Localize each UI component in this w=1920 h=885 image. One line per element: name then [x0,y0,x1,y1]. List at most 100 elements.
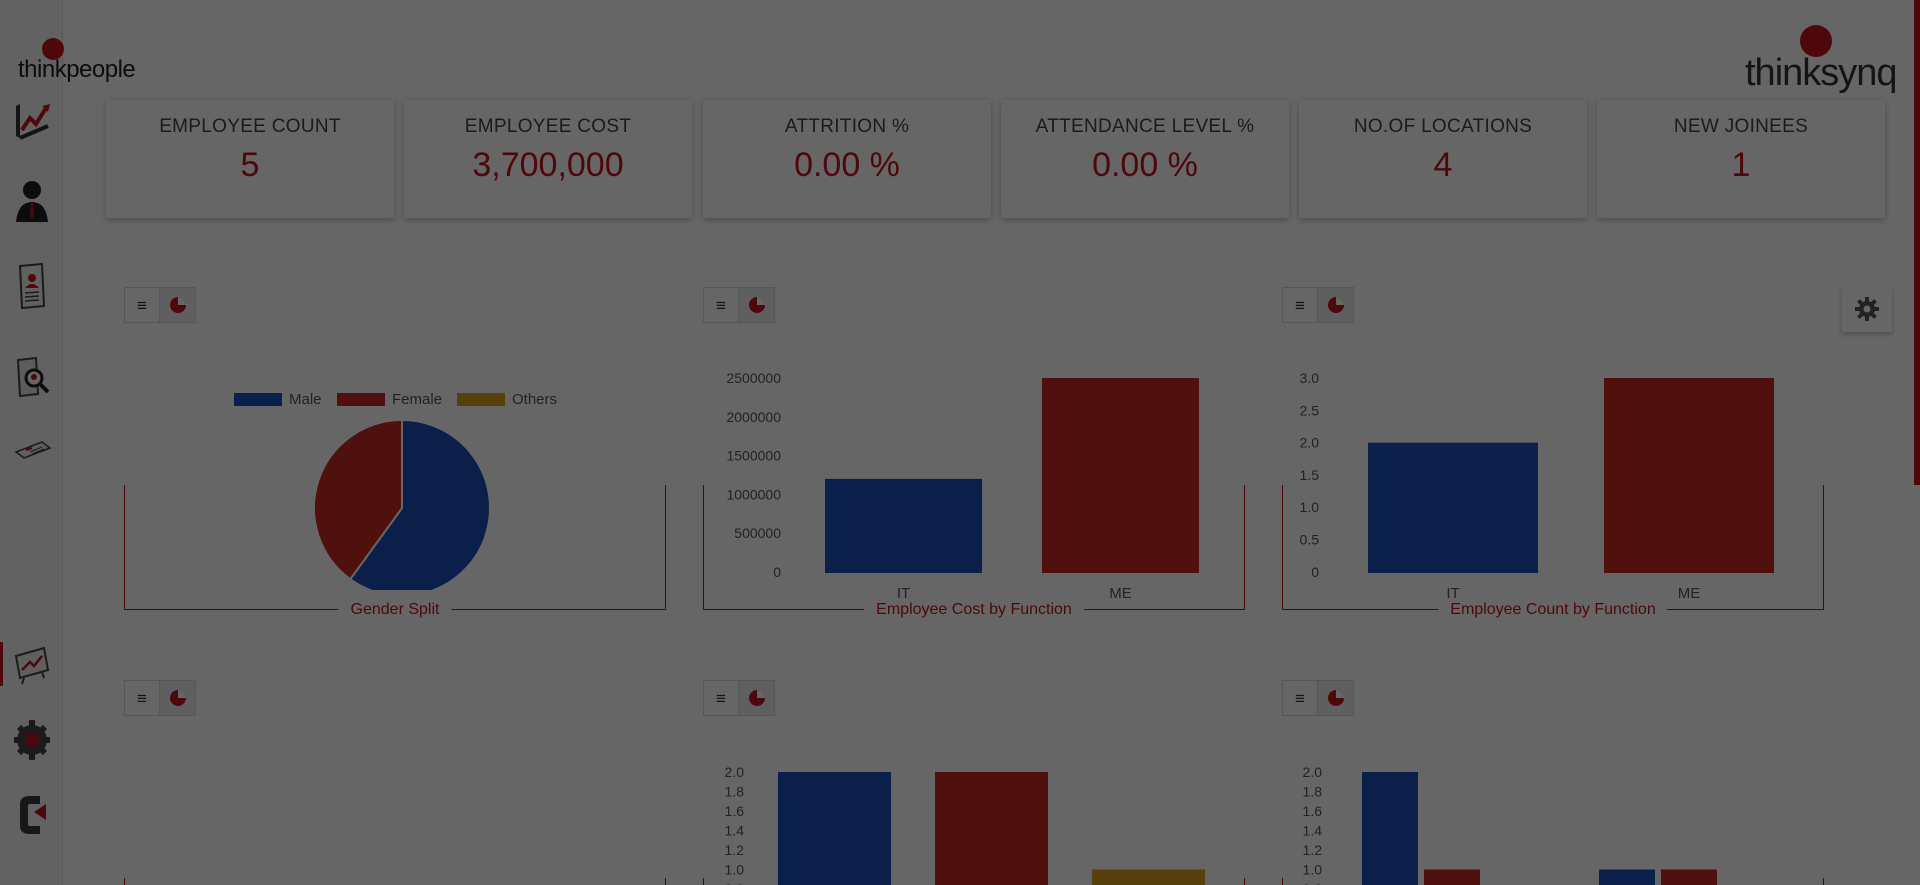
y-tick-label: 2000000 [726,409,781,425]
sidebar-item-search[interactable] [10,348,54,404]
kpi-value: 1 [1731,146,1751,184]
y-tick-label: 0.8 [1303,881,1323,885]
profile-document-icon [18,262,46,310]
list-view-button[interactable]: ≡ [703,680,739,716]
list-view-button[interactable]: ≡ [124,680,160,716]
y-tick-label: 1.8 [1303,784,1323,800]
bar [825,478,982,573]
kpi-value: 3,700,000 [472,146,624,184]
y-tick-label: 1.6 [1303,803,1323,819]
y-tick-label: 1.4 [725,823,745,839]
sidebar-item-settings[interactable] [10,712,54,768]
analytics-board-icon [14,646,50,685]
bar [778,772,891,885]
chart-view-button[interactable] [160,287,196,323]
legend-swatch [234,393,282,406]
legend-label: Male [289,391,322,408]
chart-frame-row2-1 [124,878,666,885]
y-tick-label: 1.2 [725,842,745,858]
x-tick-label: ME [1678,585,1701,602]
list-view-button[interactable]: ≡ [703,287,739,323]
bar [1599,869,1655,885]
y-tick-label: 1.6 [725,803,745,819]
kpi-label: EMPLOYEE COUNT [159,116,341,137]
gender-split-pie-chart: Male Female Others [234,391,557,590]
search-document-icon [16,356,50,398]
logo-wordmark: thinkpeople [18,56,136,84]
y-tick-label: 1.4 [1303,823,1323,839]
gear-icon [1855,297,1879,321]
pie-chart-icon [748,690,765,706]
kpi-label: ATTENDANCE LEVEL % [1035,116,1255,137]
list-view-button[interactable]: ≡ [1282,287,1318,323]
y-tick-label: 1.5 [1300,467,1320,483]
list-view-button[interactable]: ≡ [1282,680,1318,716]
settings-button[interactable] [1842,286,1892,332]
document-flat-icon [14,441,52,459]
x-tick-label: IT [1446,585,1459,602]
sidebar-item-profile[interactable] [10,258,54,314]
y-tick-label: 2.5 [1300,402,1320,418]
bar [1368,442,1538,573]
sidebar-item-analytics[interactable] [0,636,54,692]
sidebar-item-logout[interactable] [10,786,54,842]
y-tick-label: 2.0 [1303,764,1323,780]
chart-view-button[interactable] [739,287,775,323]
logo-wordmark: thinksynq [1745,52,1898,94]
kpi-card-locations[interactable]: NO.OF LOCATIONS 4 [1299,100,1587,218]
pie-chart-icon [1327,690,1344,706]
row2-bar-chart-3: 2.0 1.8 1.6 1.4 1.2 1.0 0.8 [1303,764,1717,885]
chart-view-button[interactable] [739,680,775,716]
sidebar-item-employees[interactable] [10,172,54,228]
kpi-value: 0.00 % [1092,146,1198,184]
legend-label: Others [512,391,557,408]
y-tick-label: 2.0 [1300,435,1320,451]
y-tick-label: 1500000 [726,448,781,464]
kpi-card-new-joinees[interactable]: NEW JOINEES 1 [1597,100,1885,218]
chart-toolbar: ≡ [703,680,775,716]
legend-swatch [337,393,385,406]
kpi-card-attendance-level[interactable]: ATTENDANCE LEVEL % 0.00 % [1001,100,1289,218]
kpi-card-employee-cost[interactable]: EMPLOYEE COST 3,700,000 [404,100,692,218]
legend-label: Female [392,391,442,408]
bar [1042,378,1199,573]
bar [1424,869,1480,885]
kpi-card-attrition[interactable]: ATTRITION % 0.00 % [703,100,991,218]
pie-chart-icon [169,690,186,706]
pie-chart-icon [169,297,186,313]
chart-view-button[interactable] [1318,287,1354,323]
row2-bar-chart-2: 2.0 1.8 1.6 1.4 1.2 1.0 0.8 [725,764,1205,885]
logo-word-post: people [66,56,136,83]
kpi-value: 4 [1433,146,1453,184]
growth-chart-icon [16,104,50,140]
kpi-label: NO.OF LOCATIONS [1353,116,1533,137]
y-tick-label: 3.0 [1300,370,1320,386]
chart-toolbar: ≡ [1282,287,1354,323]
employee-count-bar-chart: 3.0 2.5 2.0 1.5 1.0 0.5 0 IT ME [1300,370,1774,602]
y-tick-label: 1.8 [725,784,745,800]
scroll-accent-bar [1914,0,1920,485]
x-tick-label: ME [1109,585,1132,602]
bar [1362,772,1418,885]
list-view-button[interactable]: ≡ [124,287,160,323]
y-tick-label: 500000 [734,525,781,541]
y-tick-label: 2500000 [726,370,781,386]
chart-view-button[interactable] [1318,680,1354,716]
list-icon: ≡ [137,688,147,708]
chart-view-button[interactable] [160,680,196,716]
chart-toolbar: ≡ [124,680,196,716]
sidebar-item-reports[interactable] [10,420,54,476]
y-tick-label: 1000000 [726,486,781,502]
gear-icon [14,720,50,760]
y-tick-label: 1.0 [725,862,745,878]
list-icon: ≡ [137,295,147,315]
bar [1604,378,1774,573]
kpi-label: ATTRITION % [784,116,910,137]
y-tick-label: 2.0 [725,764,745,780]
kpi-card-employee-count[interactable]: EMPLOYEE COUNT 5 [106,100,394,218]
kpi-value: 0.00 % [794,146,900,184]
thinkpeople-logo: thinkpeople [18,36,148,86]
sidebar-item-dashboard[interactable] [10,92,54,148]
pie-chart-icon [748,297,765,313]
y-tick-label: 0.5 [1300,532,1320,548]
